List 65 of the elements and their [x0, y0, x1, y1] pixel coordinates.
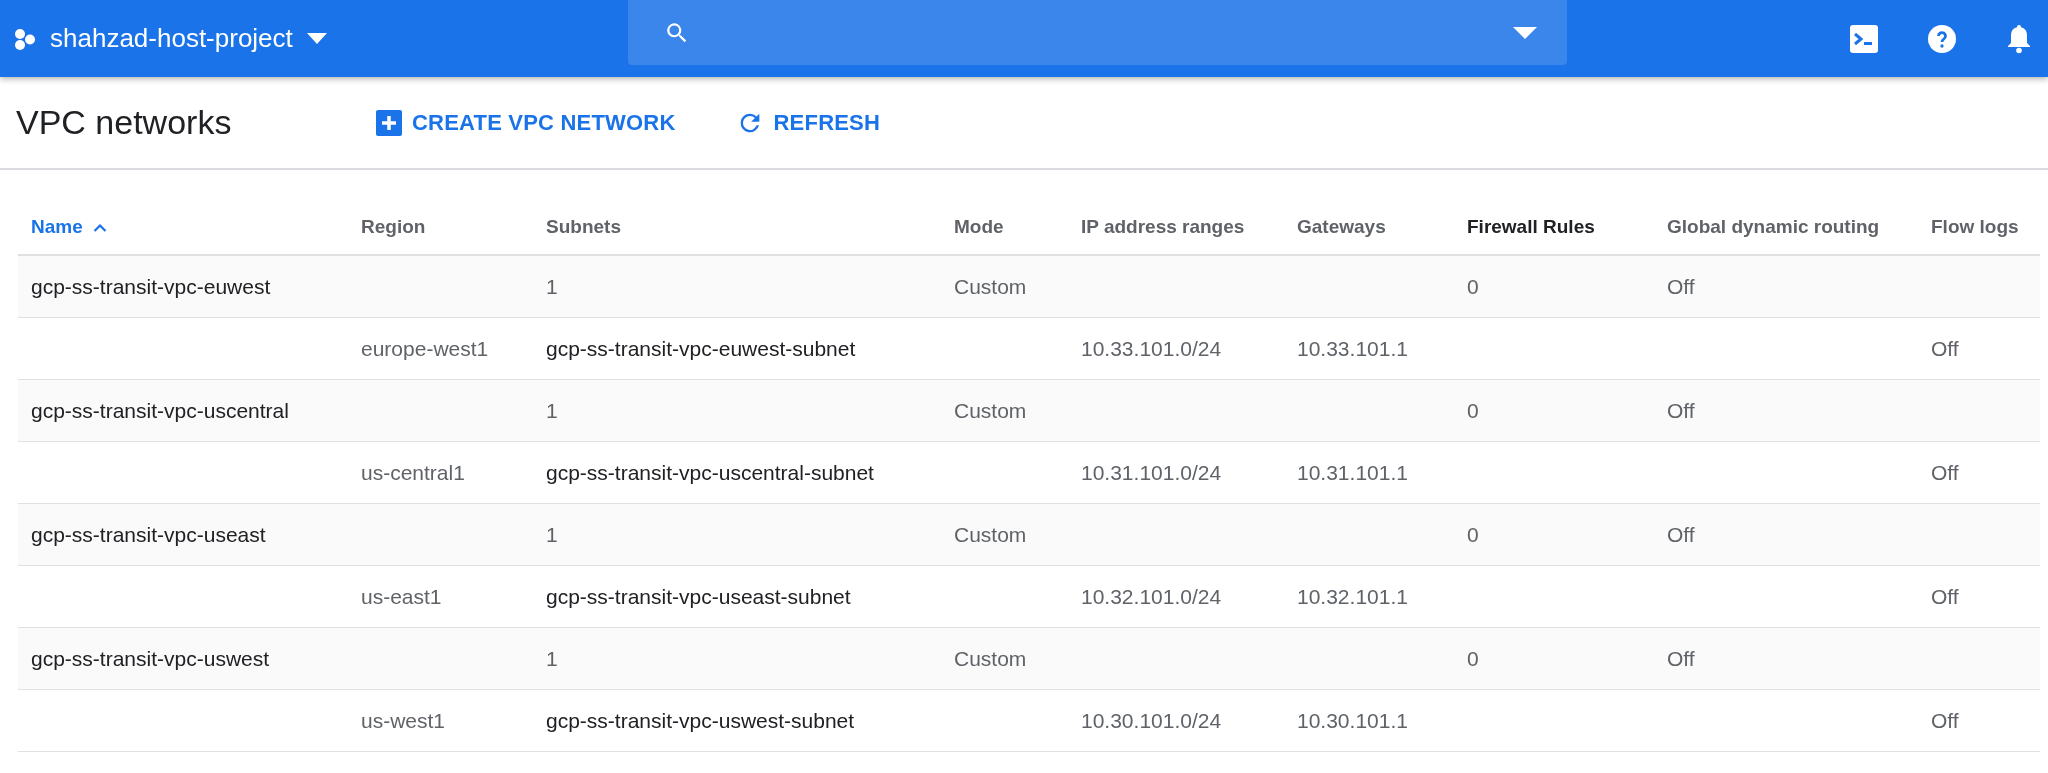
gateway-cell-text: 10.33.101.1 — [1296, 336, 1409, 361]
firewall-rule-count: 0 — [1466, 646, 1480, 671]
sort-up-icon — [92, 222, 107, 232]
region-cell-text: us-west1 — [360, 708, 447, 733]
subnet-count: 1 — [545, 398, 559, 423]
subnet-name: gcp-ss-transit-vpc-uswest-subnet — [545, 708, 856, 733]
column-header[interactable]: Firewall Rules — [1454, 216, 1654, 238]
add-icon — [376, 109, 402, 136]
column-header[interactable]: Name — [18, 216, 348, 238]
gateway-cell-text: 10.31.101.1 — [1296, 460, 1409, 485]
terminal-icon[interactable] — [1850, 24, 1878, 53]
subnet-count: 1 — [545, 522, 559, 547]
subnet-row[interactable]: us-west1 gcp-ss-transit-vpc-uswest-subnet 10.30.101.0/24 10.30.101.1 Off — [18, 690, 2040, 752]
network-name: gcp-ss-transit-vpc-uscentral — [30, 398, 290, 423]
caret-icon[interactable] — [1513, 26, 1537, 39]
page-title: VPC networks — [16, 103, 233, 142]
mode-cell-text: Custom — [953, 398, 1028, 423]
region-cell-text: europe-west1 — [360, 336, 490, 361]
firewall-rule-count: 0 — [1466, 398, 1480, 423]
network-row[interactable]: gcp-ss-transit-vpc-useast 1 Custom 0 Off — [18, 504, 2040, 566]
ip-range-cell-text: 10.30.101.0/24 — [1080, 708, 1223, 733]
column-header[interactable]: Region — [348, 216, 533, 238]
network-name: gcp-ss-transit-vpc-uswest — [30, 646, 271, 671]
ip-range-cell-text: 10.32.101.0/24 — [1080, 584, 1223, 609]
column-header[interactable]: Global dynamic routing — [1654, 216, 1918, 238]
caret-icon — [306, 33, 327, 44]
firewall-rule-count: 0 — [1466, 274, 1480, 299]
network-row[interactable]: gcp-ss-transit-vpc-uswest 1 Custom 0 Off — [18, 628, 2040, 690]
create-button[interactable]: CREATE VPC NETWORK — [376, 104, 676, 141]
column-header[interactable]: Subnets — [533, 216, 941, 238]
network-row[interactable]: gcp-ss-transit-vpc-uscentral 1 Custom 0 Off — [18, 380, 2040, 442]
bell-icon[interactable] — [2006, 23, 2032, 54]
mode-cell-text: Custom — [953, 646, 1028, 671]
routing-cell-text: Off — [1666, 522, 1696, 547]
gateway-cell-text: 10.32.101.1 — [1296, 584, 1409, 609]
column-header[interactable]: Gateways — [1284, 216, 1454, 238]
routing-cell-text: Off — [1666, 274, 1696, 299]
search-field[interactable] — [628, 0, 1567, 65]
network-name: gcp-ss-transit-vpc-useast — [30, 522, 267, 547]
network-row[interactable]: gcp-ss-transit-vpc-euwest 1 Custom 0 Off — [18, 256, 2040, 318]
flow-logs-cell-text: Off — [1930, 708, 1960, 733]
firewall-rule-count: 0 — [1466, 522, 1480, 547]
subnet-name: gcp-ss-transit-vpc-uscentral-subnet — [545, 460, 875, 485]
network-name: gcp-ss-transit-vpc-euwest — [30, 274, 272, 299]
ip-range-cell-text: 10.31.101.0/24 — [1080, 460, 1223, 485]
column-header[interactable]: Mode — [941, 216, 1068, 238]
flow-logs-cell-text: Off — [1930, 584, 1960, 609]
gateway-cell-text: 10.30.101.1 — [1296, 708, 1409, 733]
subnet-name: gcp-ss-transit-vpc-euwest-subnet — [545, 336, 857, 361]
flow-logs-cell-text: Off — [1930, 460, 1960, 485]
routing-cell-text: Off — [1666, 398, 1696, 423]
ip-range-cell-text: 10.33.101.0/24 — [1080, 336, 1223, 361]
region-cell-text: us-east1 — [360, 584, 443, 609]
refresh-button[interactable]: REFRESH — [735, 104, 881, 141]
flow-logs-cell-text: Off — [1930, 336, 1960, 361]
subnet-count: 1 — [545, 274, 559, 299]
mode-cell-text: Custom — [953, 522, 1028, 547]
column-header[interactable]: IP address ranges — [1068, 216, 1284, 238]
routing-cell-text: Off — [1666, 646, 1696, 671]
mode-cell-text: Custom — [953, 274, 1028, 299]
subnet-name: gcp-ss-transit-vpc-useast-subnet — [545, 584, 852, 609]
subnet-count: 1 — [545, 646, 559, 671]
help-icon[interactable] — [1928, 24, 1956, 53]
column-header[interactable]: Flow logs — [1918, 216, 2040, 238]
region-cell-text: us-central1 — [360, 460, 466, 485]
